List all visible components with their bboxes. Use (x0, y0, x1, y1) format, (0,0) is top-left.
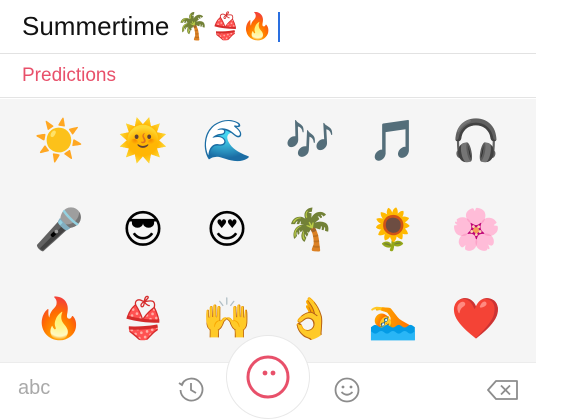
emoji-fire[interactable]: 🔥 (29, 289, 89, 349)
emoji-keyboard-screen: Summertime 🌴👙🔥 Predictions ☀️ 🌞 🌊 🎶 🎵 🎧 … (0, 0, 574, 420)
emoji-sun[interactable]: ☀️ (29, 111, 89, 171)
logo-face-icon[interactable] (226, 335, 310, 419)
emoji-sun-face[interactable]: 🌞 (113, 111, 173, 171)
message-input-text: Summertime 🌴👙🔥 (22, 11, 274, 41)
emoji-sunglasses[interactable]: 😎 (113, 200, 173, 260)
keyboard-toolbar: abc (0, 335, 536, 420)
emoji-red-heart[interactable]: ❤️ (446, 289, 506, 349)
emoji-microphone[interactable]: 🎤 (29, 200, 89, 260)
predictions-header: Predictions (0, 55, 536, 98)
emoji-sunflower[interactable]: 🌻 (363, 200, 423, 260)
emoji-swimmer[interactable]: 🏊 (363, 289, 423, 349)
emoji-cherry-blossom[interactable]: 🌸 (446, 200, 506, 260)
message-input[interactable]: Summertime 🌴👙🔥 (0, 0, 536, 54)
emoji-musical-note[interactable]: 🎵 (363, 111, 423, 171)
emoji-palm-tree[interactable]: 🌴 (280, 200, 340, 260)
emoji-wave[interactable]: 🌊 (197, 111, 257, 171)
abc-keyboard-button[interactable]: abc (18, 377, 50, 400)
emoji-headphone[interactable]: 🎧 (446, 111, 506, 171)
emoji-prediction-grid: ☀️ 🌞 🌊 🎶 🎵 🎧 🎤 😎 😍 🌴 🌻 🌸 🔥 👙 🙌 👌 🏊 ❤️ (0, 99, 536, 362)
predictions-title: Predictions (22, 65, 116, 86)
emoji-bikini[interactable]: 👙 (113, 289, 173, 349)
backspace-icon[interactable] (486, 375, 520, 405)
right-gutter (536, 0, 574, 420)
text-caret (277, 11, 280, 42)
smiley-icon[interactable] (332, 375, 362, 405)
clock-icon[interactable] (176, 375, 206, 405)
emoji-music-notes[interactable]: 🎶 (280, 111, 340, 171)
emoji-heart-eyes[interactable]: 😍 (197, 200, 257, 260)
